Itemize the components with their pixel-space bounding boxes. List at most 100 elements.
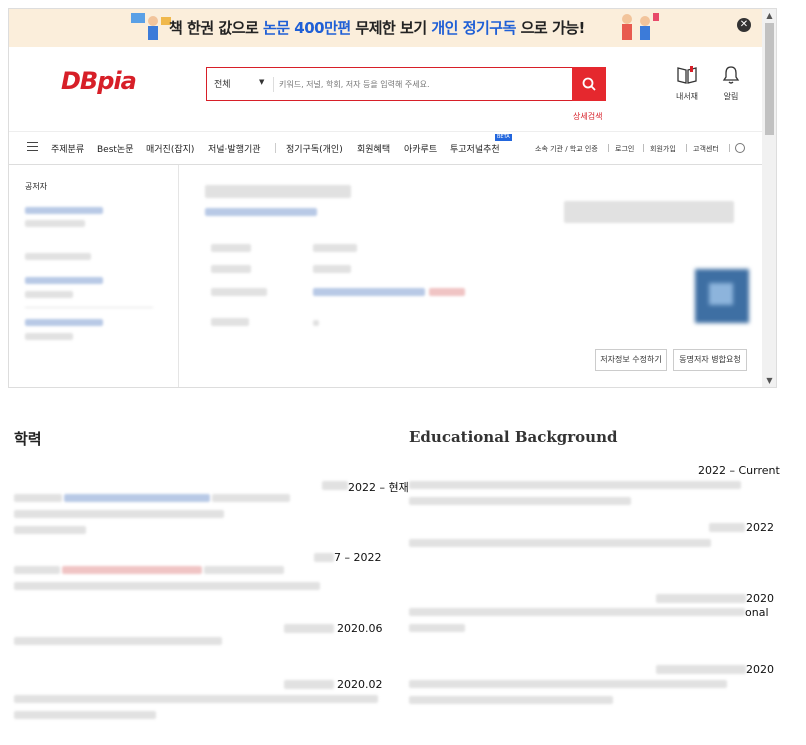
coauthor-affil-blurred bbox=[25, 220, 85, 227]
nav-item-best[interactable]: Best논문 bbox=[97, 142, 134, 155]
coauthor-name-blurred[interactable] bbox=[25, 207, 103, 214]
search-bar: 전체 ▼ bbox=[206, 67, 606, 101]
education-en-date: 2020 bbox=[746, 663, 774, 676]
date-prefix-blurred bbox=[656, 665, 746, 674]
education-link-blurred[interactable] bbox=[64, 494, 210, 502]
notifications-label: 알림 bbox=[723, 92, 739, 101]
search-input[interactable] bbox=[279, 76, 564, 92]
scrollbar-thumb[interactable] bbox=[765, 23, 774, 135]
my-library-button[interactable]: 내서재 bbox=[667, 65, 707, 102]
author-photo bbox=[695, 269, 749, 323]
nav-item-journal-recommend[interactable]: 투고저널추천 bbox=[450, 142, 500, 155]
search-divider bbox=[273, 77, 274, 92]
institution-auth-link[interactable]: 소속 기관 / 학교 인증 bbox=[535, 144, 598, 154]
coauthor-sidebar: 공저자 bbox=[9, 165, 179, 387]
coauthor-name-blurred[interactable] bbox=[25, 319, 103, 326]
util-divider bbox=[729, 144, 730, 152]
nav-item-benefits[interactable]: 회원혜택 bbox=[357, 142, 390, 155]
globe-icon[interactable] bbox=[735, 143, 745, 153]
education-line-blurred bbox=[14, 695, 378, 703]
banner-illustration-right bbox=[622, 13, 659, 40]
field-label-blurred bbox=[211, 265, 251, 273]
education-line-blurred bbox=[212, 494, 290, 502]
nav-item-subscription[interactable]: 정기구독(개인) bbox=[286, 142, 343, 155]
login-link[interactable]: 로그인 bbox=[615, 144, 634, 154]
education-en-date: 2022 – Current bbox=[698, 464, 780, 477]
education-ko-title: 학력 bbox=[14, 430, 42, 448]
promo-banner[interactable]: 책 한권 값으로 논문 400만편 무제한 보기 개인 정기구독 으로 가능! … bbox=[9, 9, 762, 47]
education-line-blurred bbox=[14, 637, 222, 645]
menu-icon[interactable] bbox=[27, 142, 38, 151]
util-divider bbox=[608, 144, 609, 152]
education-line-blurred bbox=[14, 566, 60, 574]
util-divider bbox=[643, 144, 644, 152]
banner-headline: 책 한권 값으로 논문 400만편 무제한 보기 개인 정기구독 으로 가능! bbox=[169, 19, 585, 37]
field-label-blurred bbox=[211, 318, 249, 326]
education-ko-date: 2022 – 현재 bbox=[348, 481, 409, 494]
education-line-blurred bbox=[409, 497, 631, 505]
education-line-blurred bbox=[409, 680, 727, 688]
field-value-blurred bbox=[313, 244, 357, 252]
nav-item-magazine[interactable]: 매거진(잡지) bbox=[146, 142, 194, 155]
education-en-fragment: onal bbox=[745, 606, 769, 619]
signup-link[interactable]: 회원가입 bbox=[650, 144, 676, 154]
coauthor-affil-blurred bbox=[25, 333, 73, 340]
scroll-up-arrow[interactable]: ▲ bbox=[765, 11, 774, 20]
education-line-blurred bbox=[204, 566, 284, 574]
coauthor-heading-blurred bbox=[25, 253, 91, 260]
date-prefix-blurred bbox=[284, 624, 334, 633]
field-value-blurred bbox=[313, 265, 351, 273]
education-line-blurred bbox=[14, 582, 320, 590]
field-tag-blurred bbox=[429, 288, 465, 296]
edit-author-info-button[interactable]: 저자정보 수정하기 bbox=[595, 349, 667, 371]
education-line-blurred bbox=[14, 510, 224, 518]
education-line-blurred bbox=[409, 539, 711, 547]
date-prefix-blurred bbox=[656, 594, 746, 603]
caret-down-icon[interactable]: ▼ bbox=[259, 78, 264, 86]
education-ko-date: 2020.06 bbox=[337, 622, 383, 635]
search-category-select[interactable]: 전체 bbox=[214, 77, 231, 90]
util-divider bbox=[686, 144, 687, 152]
dbpia-logo[interactable]: DBpia bbox=[61, 67, 137, 95]
coauthor-affil-blurred bbox=[25, 291, 73, 298]
field-label-blurred bbox=[211, 288, 267, 296]
author-affiliation-blurred[interactable] bbox=[205, 208, 317, 216]
education-en-date: 2022 bbox=[746, 521, 774, 534]
notifications-button[interactable]: 알림 bbox=[711, 65, 751, 102]
date-prefix-blurred bbox=[709, 523, 745, 532]
browser-viewport: 책 한권 값으로 논문 400만편 무제한 보기 개인 정기구독 으로 가능! … bbox=[8, 8, 777, 388]
nav-item-acaroute[interactable]: 아카루트 bbox=[404, 142, 437, 155]
education-line-blurred bbox=[409, 696, 613, 704]
coauthor-title: 공저자 bbox=[25, 182, 48, 191]
education-line-blurred bbox=[409, 608, 745, 616]
education-line-blurred bbox=[409, 624, 465, 632]
education-line-blurred bbox=[14, 711, 156, 719]
search-icon bbox=[582, 77, 596, 91]
customer-center-link[interactable]: 고객센터 bbox=[693, 144, 719, 154]
nav-item-journal[interactable]: 저널·발행기관 bbox=[208, 142, 261, 155]
education-ko-date: 2020.02 bbox=[337, 678, 383, 691]
education-en-date: 2020 bbox=[746, 592, 774, 605]
field-label-blurred bbox=[211, 244, 251, 252]
nav-item-subject[interactable]: 주제분류 bbox=[51, 142, 84, 155]
author-name-blurred bbox=[205, 185, 351, 198]
education-link-blurred[interactable] bbox=[62, 566, 202, 574]
sidebar-divider bbox=[25, 307, 153, 308]
date-prefix-blurred bbox=[284, 680, 334, 689]
book-icon bbox=[677, 66, 697, 84]
coauthor-name-blurred[interactable] bbox=[25, 277, 103, 284]
banner-close-button[interactable]: ✕ bbox=[737, 18, 751, 32]
nav-divider bbox=[275, 143, 276, 153]
banner-illustration-left bbox=[131, 13, 171, 40]
merge-author-request-button[interactable]: 동명저자 병합요청 bbox=[673, 349, 747, 371]
scrollbar[interactable]: ▲ ▼ bbox=[762, 9, 776, 387]
advanced-search-link[interactable]: 상세검색 bbox=[573, 111, 602, 122]
field-value-blurred[interactable] bbox=[313, 288, 425, 296]
bell-icon bbox=[722, 66, 740, 84]
date-prefix-blurred bbox=[322, 481, 348, 490]
education-line-blurred bbox=[409, 481, 741, 489]
search-button[interactable] bbox=[572, 67, 606, 101]
scroll-down-arrow[interactable]: ▼ bbox=[765, 376, 774, 385]
education-line-blurred bbox=[14, 494, 62, 502]
main-nav: 주제분류 Best논문 매거진(잡지) 저널·발행기관 정기구독(개인) 회원혜… bbox=[9, 131, 762, 165]
